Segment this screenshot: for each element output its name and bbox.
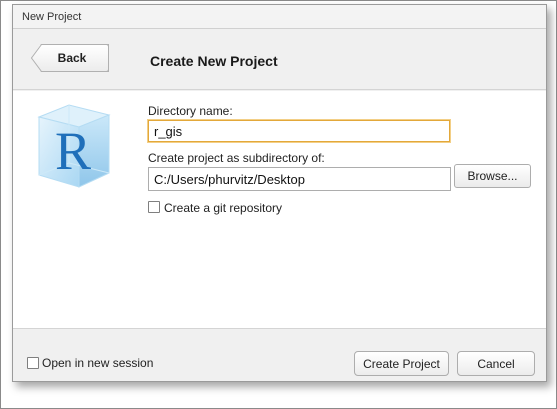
directory-name-input[interactable] — [148, 120, 450, 142]
subdirectory-input[interactable] — [148, 167, 451, 191]
screenshot-frame: New Project Back Create New Project R Di… — [0, 0, 557, 409]
open-new-session-checkbox[interactable] — [27, 357, 39, 369]
r-cube-logo-icon: R — [37, 104, 111, 188]
new-project-dialog: New Project Back Create New Project R Di… — [12, 4, 547, 382]
dialog-header: Back Create New Project — [13, 30, 546, 90]
cancel-button[interactable]: Cancel — [457, 351, 535, 376]
directory-name-label: Directory name: — [148, 104, 233, 118]
back-button[interactable]: Back — [31, 44, 109, 72]
git-repo-label[interactable]: Create a git repository — [164, 201, 282, 215]
subdirectory-label: Create project as subdirectory of: — [148, 151, 325, 165]
dialog-footer: Open in new session Create Project Cance… — [13, 328, 546, 381]
page-title: Create New Project — [150, 53, 278, 69]
browse-button[interactable]: Browse... — [454, 164, 531, 188]
create-project-button[interactable]: Create Project — [354, 351, 449, 376]
git-repo-checkbox[interactable] — [148, 201, 160, 213]
r-logo-letter: R — [55, 121, 91, 181]
project-form: R Directory name: Create project as subd… — [13, 91, 546, 328]
open-new-session-label[interactable]: Open in new session — [42, 356, 153, 370]
window-title: New Project — [13, 5, 546, 29]
